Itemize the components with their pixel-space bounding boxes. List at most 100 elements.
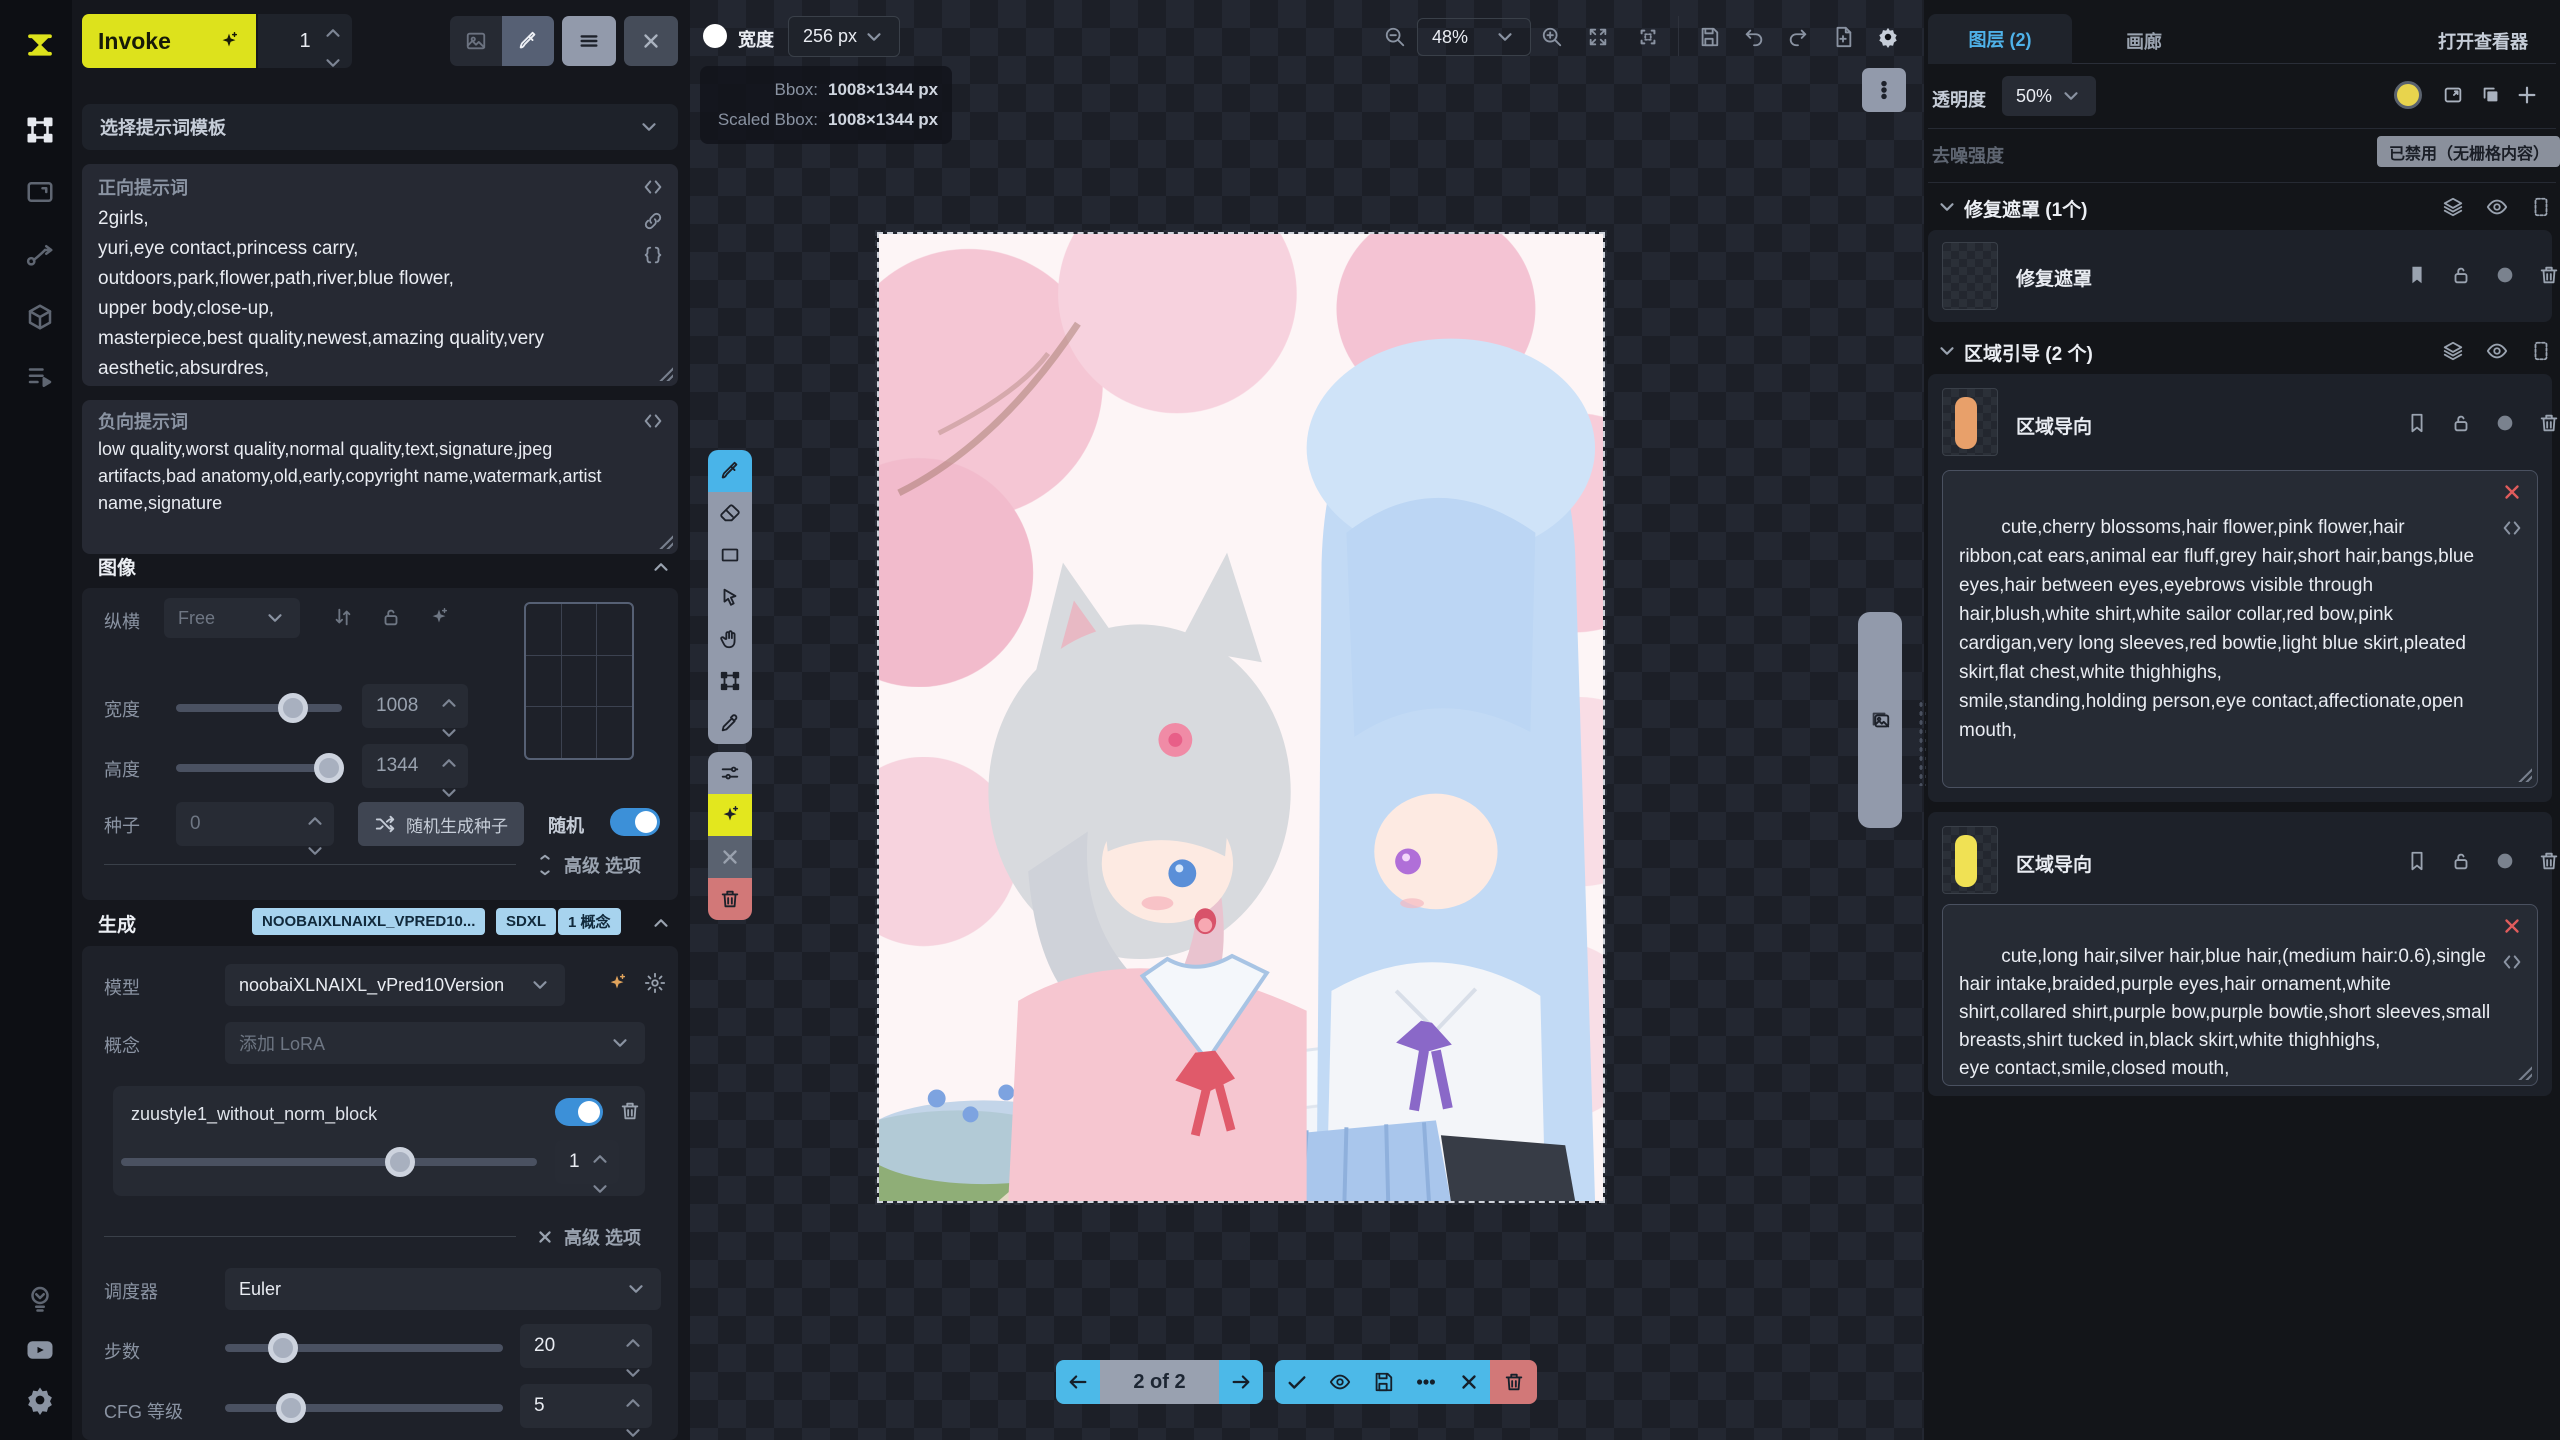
regional-prompt-textarea[interactable]: cute,long hair,silver hair,blue hair,(me… (1942, 904, 2538, 1086)
staging-area-toggle[interactable] (1858, 612, 1902, 828)
model-select[interactable]: noobaiXLNAIXL_vPred10Version (225, 964, 565, 1006)
inpaint-mask-layer-row[interactable]: 修复遮罩 (1928, 230, 2552, 322)
randomize-seed-button[interactable]: 随机生成种子 (358, 802, 524, 846)
regional-guidance-layer-row[interactable]: 区域导向 cute,long hair,silver hair,blue hai… (1928, 812, 2552, 1096)
visibility-eye-icon[interactable] (2486, 340, 2508, 362)
collapse-chevron-up-icon[interactable] (650, 556, 672, 578)
regional-group-icons[interactable] (2442, 340, 2552, 362)
canvas-area[interactable]: 宽度 256 px Bbox: 1008×1344 px Scaled Bbox… (690, 0, 1924, 1440)
lora-weight-slider-knob[interactable] (385, 1147, 415, 1177)
frame-icon[interactable] (2530, 340, 2552, 362)
inpaint-group-icons[interactable] (2442, 196, 2552, 218)
steps-input[interactable]: 20 (520, 1324, 652, 1368)
remove-prompt-x-icon[interactable] (2501, 915, 2523, 937)
lora-enable-toggle[interactable] (555, 1098, 603, 1126)
lock-icon[interactable] (2450, 412, 2472, 434)
prev-image-button[interactable] (1056, 1360, 1100, 1404)
stepper-icons[interactable] (622, 1392, 644, 1440)
layers-icon[interactable] (2442, 196, 2464, 218)
invoke-region-button[interactable] (708, 794, 752, 836)
remove-prompt-x-icon[interactable] (2501, 481, 2523, 503)
preview-eye-button[interactable] (1318, 1360, 1361, 1404)
layer-color-swatch[interactable] (2394, 81, 2422, 109)
brush-tool-button[interactable] (708, 450, 752, 492)
steps-slider[interactable] (225, 1344, 503, 1352)
delete-layer-trash-icon[interactable] (2538, 412, 2560, 434)
zoom-in-icon[interactable] (1541, 26, 1563, 48)
seed-input[interactable]: 0 (176, 802, 334, 846)
view-mode-brush-button[interactable] (502, 16, 554, 66)
width-input[interactable]: 1008 (362, 684, 468, 728)
prompt-template-picker[interactable]: 选择提示词模板 (82, 104, 678, 150)
stepper-icons[interactable] (322, 22, 344, 74)
more-options-kebab-button[interactable] (1862, 68, 1906, 112)
select-tool-button[interactable] (708, 576, 752, 618)
eyedropper-tool-button[interactable] (708, 702, 752, 744)
code-icon[interactable] (642, 410, 664, 432)
delete-layer-trash-icon[interactable] (2538, 850, 2560, 872)
filter-tool-button[interactable] (708, 752, 752, 794)
cfg-input[interactable]: 5 (520, 1384, 652, 1428)
nav-canvas-icon[interactable] (18, 108, 62, 152)
frame-icon[interactable] (2530, 196, 2552, 218)
advanced-options-toggle[interactable]: 高级 选项 (534, 1224, 641, 1250)
invoke-button[interactable]: Invoke (82, 14, 256, 68)
canvas-settings-gear-icon[interactable] (1877, 26, 1899, 48)
link-icon[interactable] (642, 210, 664, 232)
width-slider-knob[interactable] (278, 693, 308, 723)
model-sparkle-icon[interactable] (606, 972, 628, 994)
fit-layer-icon[interactable] (2442, 84, 2464, 106)
swap-dimensions-icon[interactable] (332, 606, 354, 628)
braces-icon[interactable] (642, 244, 664, 266)
save-icon[interactable] (1698, 26, 1720, 48)
next-image-button[interactable] (1219, 1360, 1263, 1404)
resize-grip-icon[interactable] (2516, 1064, 2532, 1080)
opacity-select[interactable]: 50% (2002, 76, 2096, 116)
tab-layers[interactable]: 图层 (2) (1928, 14, 2072, 64)
nav-gallery-icon[interactable] (18, 170, 62, 214)
bookmark-icon[interactable] (2406, 850, 2428, 872)
scheduler-select[interactable]: Euler (225, 1268, 661, 1310)
delete-button[interactable] (708, 878, 752, 920)
add-lora-select[interactable]: 添加 LoRA (225, 1022, 645, 1064)
chevron-down-icon[interactable] (1936, 196, 1958, 218)
nav-queue-icon[interactable] (18, 355, 62, 399)
stepper-icons[interactable] (622, 1332, 644, 1384)
fit-to-screen-icon[interactable] (1587, 26, 1609, 48)
width-slider[interactable] (176, 704, 342, 712)
brush-color-swatch[interactable] (703, 24, 727, 48)
optimize-sparkle-icon[interactable] (428, 606, 450, 628)
cancel-button[interactable] (708, 836, 752, 878)
redo-icon[interactable] (1787, 26, 1809, 48)
nav-workflows-icon[interactable] (18, 233, 62, 277)
close-panel-button[interactable] (624, 16, 678, 66)
transform-tool-button[interactable] (708, 660, 752, 702)
queue-count-input[interactable]: 1 (258, 14, 352, 68)
resize-grip-icon[interactable] (657, 365, 673, 381)
stepper-icons[interactable] (304, 810, 326, 862)
model-settings-gear-icon[interactable] (644, 972, 666, 994)
advanced-options-toggle[interactable]: 高级 选项 (534, 852, 641, 878)
tab-gallery[interactable]: 画廊 (2099, 28, 2189, 54)
duplicate-icon[interactable] (2480, 84, 2502, 106)
zoom-out-icon[interactable] (1384, 26, 1406, 48)
open-viewer-button[interactable]: 打开查看器 (2438, 28, 2528, 54)
panel-resize-handle[interactable] (1918, 700, 1926, 786)
layer-color-dot-icon[interactable] (2494, 850, 2516, 872)
menu-button[interactable] (562, 16, 616, 66)
regional-guidance-layer-row[interactable]: 区域导向 cute,cherry blossoms,hair flower,pi… (1928, 374, 2552, 802)
nav-help-bulb-icon[interactable] (18, 1276, 62, 1320)
code-icon[interactable] (2501, 517, 2523, 539)
stepper-icons[interactable] (438, 692, 460, 744)
stepper-icons[interactable] (589, 1148, 611, 1200)
delete-layer-trash-icon[interactable] (2538, 264, 2560, 286)
negative-prompt-text[interactable]: low quality,worst quality,normal quality… (98, 436, 654, 517)
bookmark-icon[interactable] (2406, 412, 2428, 434)
nav-models-icon[interactable] (18, 295, 62, 339)
rect-tool-button[interactable] (708, 534, 752, 576)
collapse-chevron-up-icon[interactable] (650, 912, 672, 934)
height-input[interactable]: 1344 (362, 744, 468, 788)
pan-tool-button[interactable] (708, 618, 752, 660)
code-icon[interactable] (642, 176, 664, 198)
bookmark-icon[interactable] (2406, 264, 2428, 286)
